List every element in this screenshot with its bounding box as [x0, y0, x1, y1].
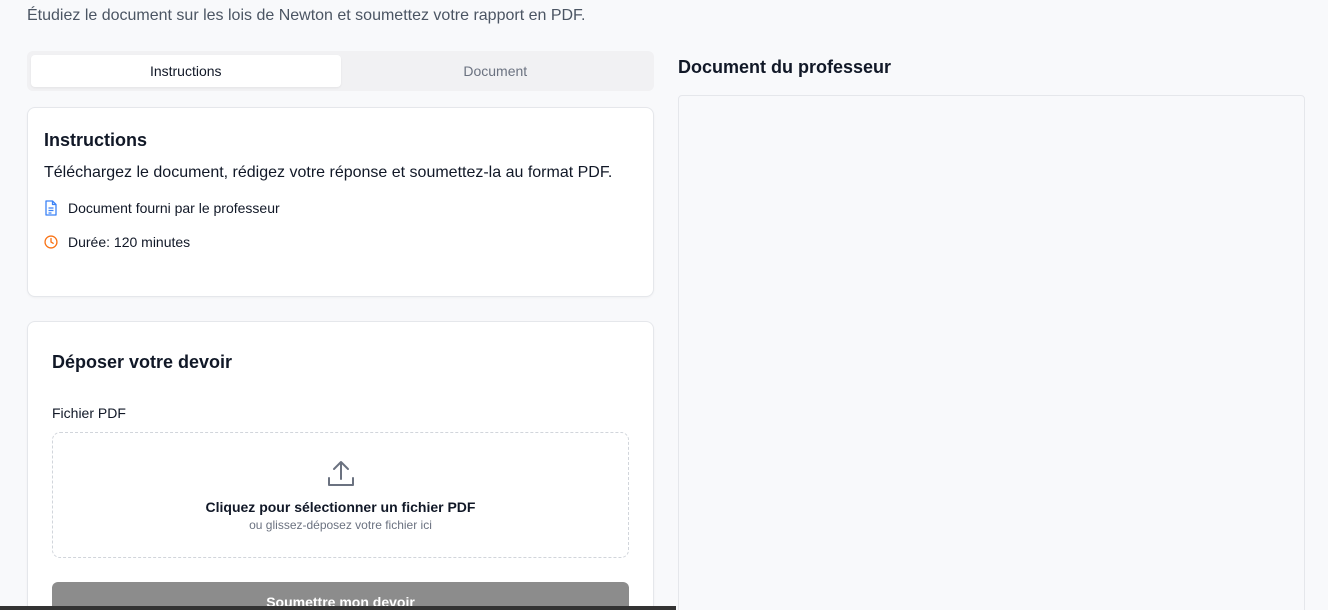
dropzone-main-text: Cliquez pour sélectionner un fichier PDF	[205, 498, 476, 515]
document-icon	[45, 200, 57, 216]
bottom-divider	[0, 606, 676, 610]
upload-card: Déposer votre devoir Fichier PDF Cliquez…	[27, 321, 654, 610]
instructions-title: Instructions	[44, 130, 148, 150]
document-note-row: Document fourni par le professeur	[44, 200, 637, 216]
pdf-field-label: Fichier PDF	[52, 405, 126, 421]
pdf-dropzone[interactable]: Cliquez pour sélectionner un fichier PDF…	[52, 432, 629, 558]
teacher-document-title: Document du professeur	[678, 57, 892, 77]
page-subtitle: Étudiez le document sur les lois de Newt…	[27, 7, 586, 24]
tab-instructions[interactable]: Instructions	[31, 55, 341, 87]
tab-list: Instructions Document	[27, 51, 654, 91]
dropzone-sub-text: ou glissez-déposez votre fichier ici	[249, 517, 432, 532]
document-note-text: Document fourni par le professeur	[68, 200, 280, 216]
tab-document[interactable]: Document	[341, 55, 651, 87]
upload-icon	[327, 460, 354, 486]
duration-row: Durée: 120 minutes	[44, 234, 637, 250]
assignment-page: Étudiez le document sur les lois de Newt…	[0, 0, 1328, 610]
upload-title: Déposer votre devoir	[52, 352, 233, 372]
instructions-text: Téléchargez le document, rédigez votre r…	[44, 164, 613, 181]
instructions-card: Instructions Téléchargez le document, ré…	[27, 107, 654, 297]
duration-text: Durée: 120 minutes	[68, 234, 191, 250]
teacher-document-viewer[interactable]	[678, 95, 1305, 610]
clock-icon	[44, 235, 58, 249]
